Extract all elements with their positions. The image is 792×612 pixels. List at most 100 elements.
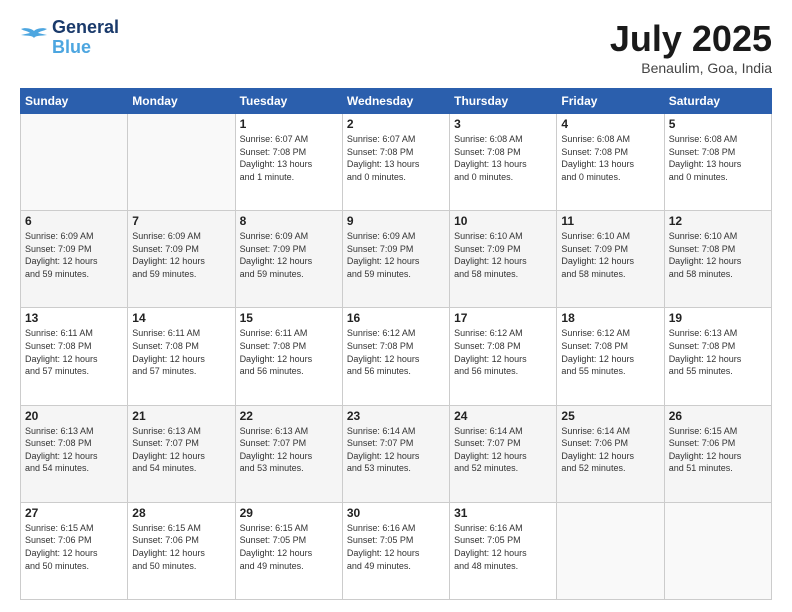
day-number: 29: [240, 506, 338, 520]
calendar-cell: 26Sunrise: 6:15 AM Sunset: 7:06 PM Dayli…: [664, 405, 771, 502]
day-number: 28: [132, 506, 230, 520]
day-number: 2: [347, 117, 445, 131]
day-info: Sunrise: 6:10 AM Sunset: 7:09 PM Dayligh…: [454, 230, 552, 280]
calendar-cell: [557, 502, 664, 599]
calendar-cell: 1 Sunrise: 6:07 AM Sunset: 7:08 PM Daylig…: [235, 114, 342, 211]
calendar-table: Sunday Monday Tuesday Wednesday Thursday…: [20, 88, 772, 600]
day-number: 9: [347, 214, 445, 228]
day-number: 4: [561, 117, 659, 131]
calendar-cell: 13 Sunrise: 6:11 AM Sunset: 7:08 PM Dayli…: [21, 308, 128, 405]
calendar-cell: 4 Sunrise: 6:08 AM Sunset: 7:08 PM Daylig…: [557, 114, 664, 211]
day-number: 12: [669, 214, 767, 228]
day-number: 30: [347, 506, 445, 520]
col-wednesday: Wednesday: [342, 89, 449, 114]
day-info: Sunrise: 6:15 AM Sunset: 7:06 PM Dayligh…: [25, 522, 123, 572]
day-info: Sunrise: 6:13 AM Sunset: 7:08 PM Dayligh…: [669, 327, 767, 377]
calendar-cell: 11 Sunrise: 6:10 AM Sunset: 7:09 PM Dayli…: [557, 211, 664, 308]
calendar-cell: 17 Sunrise: 6:12 AM Sunset: 7:08 PM Dayli…: [450, 308, 557, 405]
day-number: 14: [132, 311, 230, 325]
calendar-cell: 28 Sunrise: 6:15 AM Sunset: 7:06 PM Dayli…: [128, 502, 235, 599]
col-sunday: Sunday: [21, 89, 128, 114]
calendar-cell: 10 Sunrise: 6:10 AM Sunset: 7:09 PM Dayli…: [450, 211, 557, 308]
calendar-cell: 20Sunrise: 6:13 AM Sunset: 7:08 PM Dayli…: [21, 405, 128, 502]
calendar-cell: 6 Sunrise: 6:09 AM Sunset: 7:09 PM Daylig…: [21, 211, 128, 308]
day-info: Sunrise: 6:07 AM Sunset: 7:08 PM Dayligh…: [240, 133, 338, 183]
day-info: Sunrise: 6:12 AM Sunset: 7:08 PM Dayligh…: [561, 327, 659, 377]
day-number: 23: [347, 409, 445, 423]
calendar-cell: 23 Sunrise: 6:14 AM Sunset: 7:07 PM Dayli…: [342, 405, 449, 502]
calendar-week-2: 6 Sunrise: 6:09 AM Sunset: 7:09 PM Daylig…: [21, 211, 772, 308]
day-number: 1: [240, 117, 338, 131]
day-info: Sunrise: 6:11 AM Sunset: 7:08 PM Dayligh…: [25, 327, 123, 377]
day-number: 11: [561, 214, 659, 228]
day-number: 3: [454, 117, 552, 131]
day-info: Sunrise: 6:15 AM Sunset: 7:06 PM Dayligh…: [669, 425, 767, 475]
day-info: Sunrise: 6:16 AM Sunset: 7:05 PM Dayligh…: [454, 522, 552, 572]
month-title: July 2025: [610, 18, 772, 60]
calendar-week-4: 20Sunrise: 6:13 AM Sunset: 7:08 PM Dayli…: [21, 405, 772, 502]
calendar-cell: 12 Sunrise: 6:10 AM Sunset: 7:08 PM Dayli…: [664, 211, 771, 308]
calendar-cell: 21Sunrise: 6:13 AM Sunset: 7:07 PM Dayli…: [128, 405, 235, 502]
calendar-cell: 22 Sunrise: 6:13 AM Sunset: 7:07 PM Dayli…: [235, 405, 342, 502]
day-number: 22: [240, 409, 338, 423]
location-subtitle: Benaulim, Goa, India: [610, 60, 772, 76]
page: General Blue July 2025 Benaulim, Goa, In…: [0, 0, 792, 612]
col-friday: Friday: [557, 89, 664, 114]
logo: General Blue: [20, 18, 119, 58]
day-info: Sunrise: 6:09 AM Sunset: 7:09 PM Dayligh…: [132, 230, 230, 280]
day-number: 31: [454, 506, 552, 520]
calendar-cell: 27Sunrise: 6:15 AM Sunset: 7:06 PM Dayli…: [21, 502, 128, 599]
day-number: 25: [561, 409, 659, 423]
day-info: Sunrise: 6:16 AM Sunset: 7:05 PM Dayligh…: [347, 522, 445, 572]
calendar-cell: 24 Sunrise: 6:14 AM Sunset: 7:07 PM Dayli…: [450, 405, 557, 502]
day-info: Sunrise: 6:12 AM Sunset: 7:08 PM Dayligh…: [347, 327, 445, 377]
day-info: Sunrise: 6:10 AM Sunset: 7:09 PM Dayligh…: [561, 230, 659, 280]
col-tuesday: Tuesday: [235, 89, 342, 114]
day-info: Sunrise: 6:12 AM Sunset: 7:08 PM Dayligh…: [454, 327, 552, 377]
day-info: Sunrise: 6:09 AM Sunset: 7:09 PM Dayligh…: [25, 230, 123, 280]
day-info: Sunrise: 6:14 AM Sunset: 7:07 PM Dayligh…: [454, 425, 552, 475]
calendar-cell: 31 Sunrise: 6:16 AM Sunset: 7:05 PM Dayli…: [450, 502, 557, 599]
day-info: Sunrise: 6:08 AM Sunset: 7:08 PM Dayligh…: [454, 133, 552, 183]
calendar-cell: 19 Sunrise: 6:13 AM Sunset: 7:08 PM Dayli…: [664, 308, 771, 405]
day-number: 19: [669, 311, 767, 325]
day-number: 13: [25, 311, 123, 325]
day-number: 16: [347, 311, 445, 325]
logo-icon: [20, 27, 48, 49]
day-info: Sunrise: 6:08 AM Sunset: 7:08 PM Dayligh…: [669, 133, 767, 183]
calendar-cell: 16 Sunrise: 6:12 AM Sunset: 7:08 PM Dayli…: [342, 308, 449, 405]
calendar-week-5: 27Sunrise: 6:15 AM Sunset: 7:06 PM Dayli…: [21, 502, 772, 599]
day-info: Sunrise: 6:08 AM Sunset: 7:08 PM Dayligh…: [561, 133, 659, 183]
day-info: Sunrise: 6:10 AM Sunset: 7:08 PM Dayligh…: [669, 230, 767, 280]
day-info: Sunrise: 6:13 AM Sunset: 7:07 PM Dayligh…: [132, 425, 230, 475]
day-number: 24: [454, 409, 552, 423]
header: General Blue July 2025 Benaulim, Goa, In…: [20, 18, 772, 76]
day-number: 15: [240, 311, 338, 325]
day-info: Sunrise: 6:14 AM Sunset: 7:07 PM Dayligh…: [347, 425, 445, 475]
day-info: Sunrise: 6:14 AM Sunset: 7:06 PM Dayligh…: [561, 425, 659, 475]
col-monday: Monday: [128, 89, 235, 114]
col-thursday: Thursday: [450, 89, 557, 114]
calendar-cell: [21, 114, 128, 211]
day-info: Sunrise: 6:11 AM Sunset: 7:08 PM Dayligh…: [240, 327, 338, 377]
day-info: Sunrise: 6:13 AM Sunset: 7:07 PM Dayligh…: [240, 425, 338, 475]
day-number: 10: [454, 214, 552, 228]
day-info: Sunrise: 6:09 AM Sunset: 7:09 PM Dayligh…: [240, 230, 338, 280]
calendar-cell: 29 Sunrise: 6:15 AM Sunset: 7:05 PM Dayli…: [235, 502, 342, 599]
calendar-cell: 3 Sunrise: 6:08 AM Sunset: 7:08 PM Daylig…: [450, 114, 557, 211]
calendar-cell: 5Sunrise: 6:08 AM Sunset: 7:08 PM Daylig…: [664, 114, 771, 211]
day-number: 17: [454, 311, 552, 325]
calendar-cell: [128, 114, 235, 211]
day-number: 6: [25, 214, 123, 228]
calendar-cell: 30 Sunrise: 6:16 AM Sunset: 7:05 PM Dayli…: [342, 502, 449, 599]
day-info: Sunrise: 6:09 AM Sunset: 7:09 PM Dayligh…: [347, 230, 445, 280]
calendar-cell: [664, 502, 771, 599]
calendar-cell: 25 Sunrise: 6:14 AM Sunset: 7:06 PM Dayli…: [557, 405, 664, 502]
day-info: Sunrise: 6:13 AM Sunset: 7:08 PM Dayligh…: [25, 425, 123, 475]
day-info: Sunrise: 6:15 AM Sunset: 7:06 PM Dayligh…: [132, 522, 230, 572]
day-info: Sunrise: 6:15 AM Sunset: 7:05 PM Dayligh…: [240, 522, 338, 572]
day-info: Sunrise: 6:07 AM Sunset: 7:08 PM Dayligh…: [347, 133, 445, 183]
calendar-cell: 18Sunrise: 6:12 AM Sunset: 7:08 PM Dayli…: [557, 308, 664, 405]
day-number: 7: [132, 214, 230, 228]
calendar-cell: 14Sunrise: 6:11 AM Sunset: 7:08 PM Dayli…: [128, 308, 235, 405]
